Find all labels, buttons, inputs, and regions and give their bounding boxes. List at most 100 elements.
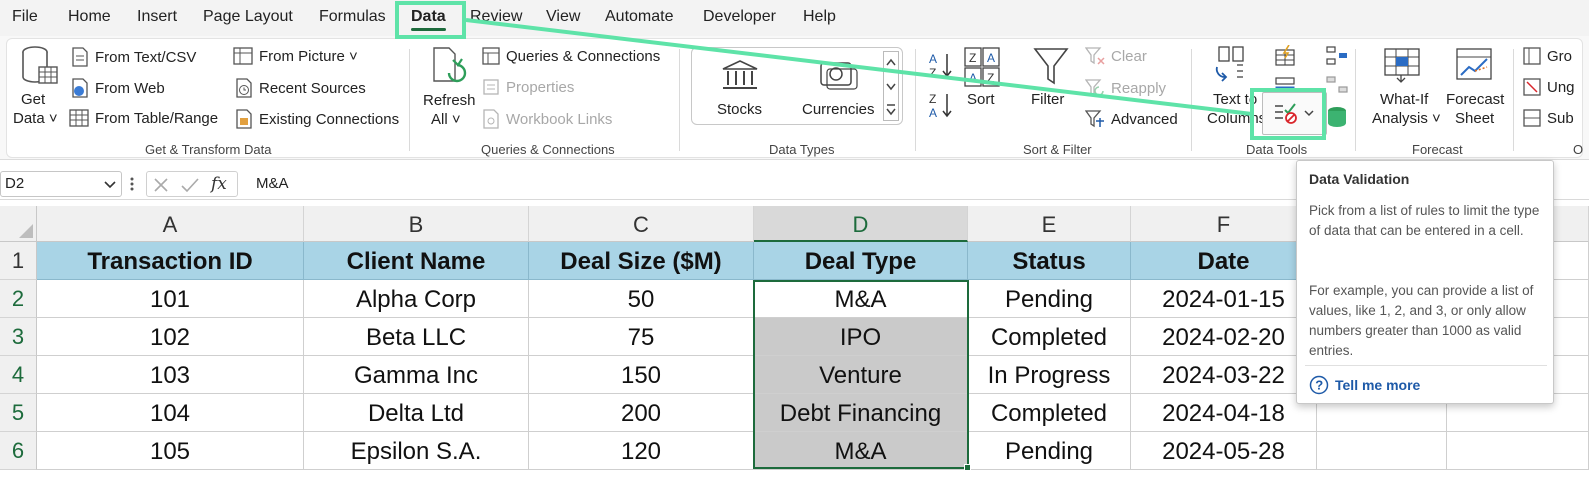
cell-e6[interactable]: Pending: [968, 432, 1131, 470]
from-picture-button[interactable]: From Picture ˅: [233, 47, 358, 65]
column-header-c[interactable]: C: [529, 206, 754, 242]
workbook-links-button[interactable]: Workbook Links: [482, 109, 612, 129]
insert-function-icon[interactable]: fx: [211, 174, 227, 194]
data-model-icon[interactable]: [1325, 105, 1349, 129]
cell-b6[interactable]: Epsilon S.A.: [304, 432, 529, 470]
row-header-5[interactable]: 5: [0, 394, 37, 432]
subtotal-button[interactable]: Sub: [1523, 109, 1574, 127]
menu-review[interactable]: Review: [470, 8, 522, 26]
cell-a6[interactable]: 105: [37, 432, 304, 470]
cell-a2[interactable]: 101: [37, 280, 304, 318]
group-button[interactable]: Gro: [1523, 47, 1572, 65]
cell-d4[interactable]: Venture: [754, 356, 968, 394]
cell-c2[interactable]: 50: [529, 280, 754, 318]
cancel-icon[interactable]: [153, 177, 169, 193]
cell-b5[interactable]: Delta Ltd: [304, 394, 529, 432]
column-header-b[interactable]: B: [304, 206, 529, 242]
cell-a3[interactable]: 102: [37, 318, 304, 356]
relationships-icon[interactable]: [1325, 75, 1349, 97]
group-label-sort-filter: Sort & Filter: [1023, 142, 1092, 157]
flash-fill-icon[interactable]: [1273, 45, 1297, 67]
menu-data[interactable]: Data: [411, 8, 446, 31]
header-cell-c[interactable]: Deal Size ($M): [529, 242, 754, 280]
cell-d6[interactable]: M&A: [754, 432, 968, 470]
recent-sources-label: Recent Sources: [259, 79, 366, 97]
more-options-icon[interactable]: [130, 177, 134, 191]
from-web-button[interactable]: From Web: [71, 78, 165, 98]
cell-b2[interactable]: Alpha Corp: [304, 280, 529, 318]
cell-f6[interactable]: 2024-05-28: [1131, 432, 1317, 470]
cell-c3[interactable]: 75: [529, 318, 754, 356]
menu-view[interactable]: View: [546, 8, 580, 26]
cell-c4[interactable]: 150: [529, 356, 754, 394]
queries-connections-button[interactable]: Queries & Connections: [482, 47, 660, 65]
what-if-icon: [1384, 48, 1420, 83]
chevron-down-icon[interactable]: [104, 180, 116, 190]
cell-d5[interactable]: Debt Financing: [754, 394, 968, 432]
select-all-corner[interactable]: [0, 206, 37, 242]
cell-g6[interactable]: [1317, 432, 1447, 470]
from-text-csv-button[interactable]: From Text/CSV: [71, 47, 196, 67]
cell-e2[interactable]: Pending: [968, 280, 1131, 318]
header-cell-d[interactable]: Deal Type: [754, 242, 968, 280]
row-header-4[interactable]: 4: [0, 356, 37, 394]
help-icon[interactable]: ?: [1309, 375, 1329, 395]
clear-filter-button[interactable]: Clear: [1085, 47, 1147, 65]
cell-e5[interactable]: Completed: [968, 394, 1131, 432]
name-box[interactable]: D2: [0, 171, 122, 197]
menu-file[interactable]: File: [12, 8, 38, 26]
column-header-e[interactable]: E: [968, 206, 1131, 242]
menu-automate[interactable]: Automate: [605, 8, 673, 26]
sort-a-z-icon[interactable]: A Z: [927, 51, 955, 81]
reapply-button[interactable]: Reapply: [1085, 79, 1166, 97]
column-header-a[interactable]: A: [37, 206, 304, 242]
sort-z-a-icon[interactable]: Z A: [927, 91, 955, 121]
column-header-d[interactable]: D: [754, 206, 968, 242]
fill-handle[interactable]: [964, 464, 971, 471]
cell-c5[interactable]: 200: [529, 394, 754, 432]
menu-developer[interactable]: Developer: [703, 8, 776, 26]
cell-b4[interactable]: Gamma Inc: [304, 356, 529, 394]
header-cell-a[interactable]: Transaction ID: [37, 242, 304, 280]
row-header-2[interactable]: 2: [0, 280, 37, 318]
properties-button[interactable]: Properties: [482, 78, 574, 96]
existing-connections-button[interactable]: Existing Connections: [235, 109, 399, 129]
column-header-f[interactable]: F: [1131, 206, 1317, 242]
header-cell-e[interactable]: Status: [968, 242, 1131, 280]
cell-f3[interactable]: 2024-02-20: [1131, 318, 1317, 356]
tell-me-more-link[interactable]: Tell me more: [1335, 377, 1420, 393]
formula-input[interactable]: M&A: [256, 175, 289, 192]
recent-sources-button[interactable]: Recent Sources: [235, 78, 366, 98]
menu-insert[interactable]: Insert: [137, 8, 177, 26]
gallery-scroll-icon[interactable]: [883, 51, 899, 121]
cell-c6[interactable]: 120: [529, 432, 754, 470]
header-cell-f[interactable]: Date: [1131, 242, 1317, 280]
from-table-range-button[interactable]: From Table/Range: [69, 109, 218, 127]
menu-home[interactable]: Home: [68, 8, 111, 26]
cell-e4[interactable]: In Progress: [968, 356, 1131, 394]
row-header-3[interactable]: 3: [0, 318, 37, 356]
menu-page-layout[interactable]: Page Layout: [203, 8, 293, 26]
data-validation-dropdown-icon[interactable]: [1303, 107, 1315, 119]
consolidate-icon[interactable]: [1325, 45, 1349, 67]
advanced-filter-button[interactable]: Advanced: [1085, 110, 1178, 128]
cell-f5[interactable]: 2024-04-18: [1131, 394, 1317, 432]
cell-f2[interactable]: 2024-01-15: [1131, 280, 1317, 318]
cell-e3[interactable]: Completed: [968, 318, 1131, 356]
cell-a5[interactable]: 104: [37, 394, 304, 432]
cell-a4[interactable]: 103: [37, 356, 304, 394]
row-header-1[interactable]: 1: [0, 242, 37, 280]
header-cell-b[interactable]: Client Name: [304, 242, 529, 280]
menu-help[interactable]: Help: [803, 8, 836, 26]
ungroup-button[interactable]: Ung: [1523, 78, 1575, 96]
cell-b3[interactable]: Beta LLC: [304, 318, 529, 356]
cell-d2[interactable]: M&A: [754, 280, 968, 318]
svg-text:A: A: [969, 71, 977, 85]
menu-bar: File Home Insert Page Layout Formulas Da…: [0, 0, 1589, 36]
cell-h6[interactable]: [1447, 432, 1589, 470]
cell-f4[interactable]: 2024-03-22: [1131, 356, 1317, 394]
menu-formulas[interactable]: Formulas: [319, 8, 386, 26]
enter-check-icon[interactable]: [181, 177, 199, 193]
row-header-6[interactable]: 6: [0, 432, 37, 470]
cell-d3[interactable]: IPO: [754, 318, 968, 356]
